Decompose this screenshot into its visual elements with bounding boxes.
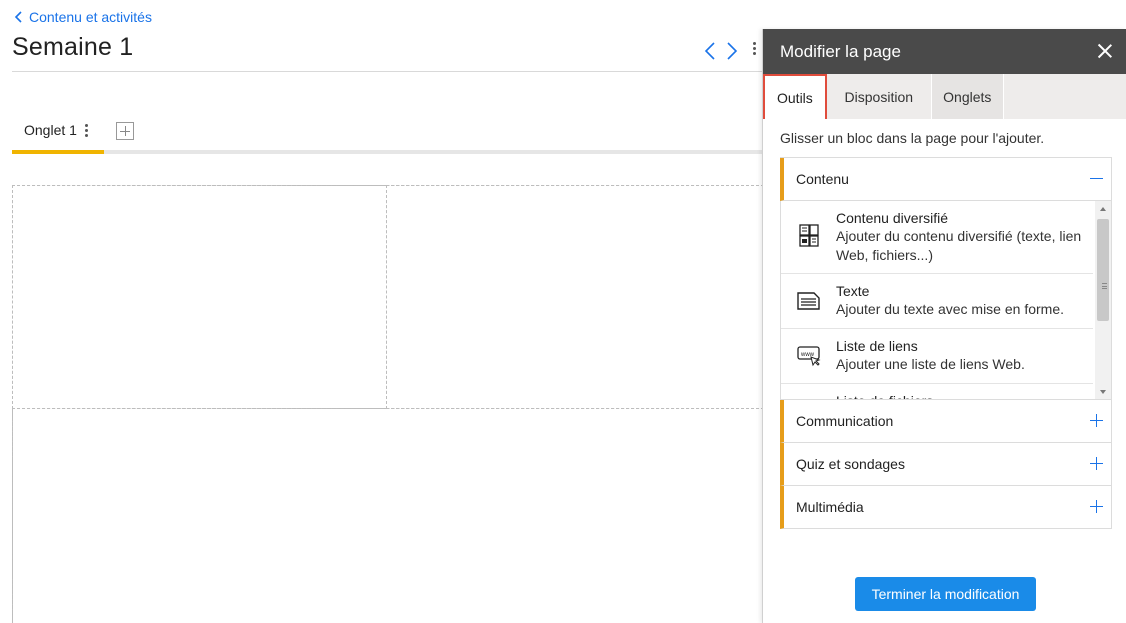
tool-item-texte[interactable]: Texte Ajouter du texte avec mise en form… (781, 274, 1093, 329)
tool-list-scrollbar[interactable] (1095, 201, 1111, 399)
section-label: Quiz et sondages (796, 456, 905, 472)
tab-outils[interactable]: Outils (763, 74, 827, 119)
previous-page-icon[interactable] (704, 42, 716, 60)
page-options-icon[interactable] (751, 42, 757, 60)
page-tab-strip: Onglet 1 (12, 112, 762, 156)
section-quiz-header[interactable]: Quiz et sondages (780, 443, 1112, 486)
panel-header: Modifier la page (763, 29, 1126, 74)
tool-item-liste-de-fichiers[interactable]: Liste de fichiers (781, 384, 1093, 399)
drag-hint: Glisser un bloc dans la page pour l'ajou… (780, 130, 1045, 146)
panel-title: Modifier la page (780, 41, 901, 61)
page-layout-grid (12, 185, 764, 623)
layout-cell-top-left[interactable] (12, 185, 387, 409)
expand-icon[interactable] (1090, 500, 1103, 513)
layout-cell-top-right[interactable] (386, 185, 764, 409)
section-contenu-header[interactable]: Contenu (780, 158, 1112, 201)
finish-editing-button[interactable]: Terminer la modification (855, 577, 1036, 611)
chevron-left-icon (14, 11, 22, 23)
tab-onglet-1[interactable]: Onglet 1 (12, 112, 104, 154)
section-contenu-body: Contenu diversifié Ajouter du contenu di… (780, 201, 1112, 400)
section-multimedia-header[interactable]: Multimédia (780, 486, 1112, 529)
layout-cell-bottom[interactable] (12, 408, 764, 623)
section-communication-header[interactable]: Communication (780, 400, 1112, 443)
expand-icon[interactable] (1090, 414, 1103, 427)
mixed-content-icon (799, 224, 819, 247)
back-link[interactable]: Contenu et activités (14, 9, 152, 25)
page-title: Semaine 1 (12, 33, 134, 61)
panel-tabs: Outils Disposition Onglets (763, 74, 1126, 119)
section-label: Multimédia (796, 499, 864, 515)
tab-options-icon[interactable] (84, 124, 88, 139)
next-page-icon[interactable] (726, 42, 738, 60)
tool-name: Contenu diversifié (836, 210, 949, 226)
tool-accordion: Contenu Contenu diversifié Ajouter du co… (780, 157, 1112, 529)
back-link-label: Contenu et activités (29, 9, 152, 25)
tab-rail (12, 150, 762, 154)
add-tab-icon[interactable] (116, 122, 134, 140)
web-links-icon: www (797, 346, 821, 367)
edit-page-panel: Modifier la page Outils Disposition Ongl… (762, 29, 1126, 623)
tool-name: Liste de fichiers (836, 392, 1093, 399)
tool-description: Ajouter une liste de liens Web. (836, 356, 1025, 372)
tool-name: Liste de liens (836, 338, 918, 354)
tool-name: Texte (836, 283, 870, 299)
section-label: Contenu (796, 171, 849, 187)
close-icon[interactable] (1096, 42, 1114, 60)
scrollbar-thumb[interactable] (1097, 219, 1109, 321)
tab-onglets[interactable]: Onglets (931, 74, 1004, 119)
tool-description: Ajouter du contenu diversifié (texte, li… (836, 228, 1082, 263)
tool-description: Ajouter du texte avec mise en forme. (836, 301, 1064, 317)
section-label: Communication (796, 413, 894, 429)
tab-label: Onglet 1 (24, 122, 77, 138)
active-tab-underline (12, 150, 104, 154)
expand-icon[interactable] (1090, 457, 1103, 470)
title-divider (12, 71, 762, 72)
scroll-down-arrow-icon[interactable] (1100, 390, 1106, 394)
collapse-icon[interactable] (1090, 172, 1103, 185)
tool-item-contenu-diversifie[interactable]: Contenu diversifié Ajouter du contenu di… (781, 201, 1093, 274)
tool-item-liste-de-liens[interactable]: www Liste de liens Ajouter une liste de … (781, 329, 1093, 384)
tab-disposition[interactable]: Disposition (827, 74, 932, 119)
page-navigation (704, 42, 738, 60)
scroll-up-arrow-icon[interactable] (1100, 207, 1106, 211)
text-icon (797, 292, 820, 310)
